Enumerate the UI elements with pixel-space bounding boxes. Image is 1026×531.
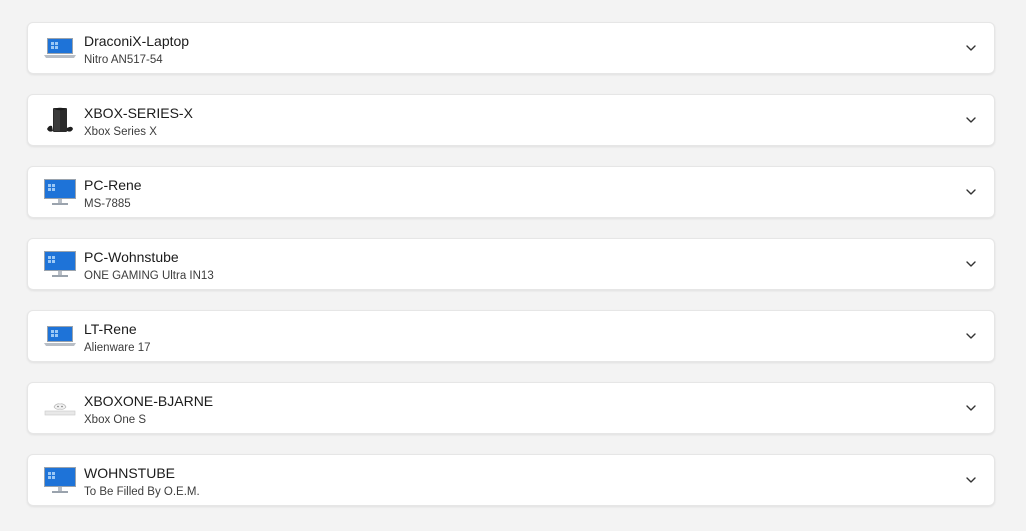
chevron-down-icon[interactable] bbox=[964, 329, 978, 343]
device-card-lt-rene[interactable]: LT-Rene Alienware 17 bbox=[27, 310, 995, 362]
device-name: DraconiX-Laptop bbox=[84, 33, 190, 49]
device-card-xboxone-bjarne[interactable]: XBOXONE-BJARNE Xbox One S bbox=[27, 382, 995, 434]
chevron-down-icon[interactable] bbox=[964, 401, 978, 415]
laptop-icon bbox=[43, 32, 77, 64]
device-list: DraconiX-Laptop Nitro AN517-54 XBOX-SERI… bbox=[27, 22, 995, 526]
device-name: PC-Wohnstube bbox=[84, 249, 179, 265]
chevron-down-icon[interactable] bbox=[964, 257, 978, 271]
device-name: WOHNSTUBE bbox=[84, 465, 175, 481]
chevron-down-icon[interactable] bbox=[964, 41, 978, 55]
chevron-down-icon[interactable] bbox=[964, 113, 978, 127]
device-model: To Be Filled By O.E.M. bbox=[84, 486, 200, 498]
device-model: Alienware 17 bbox=[84, 342, 151, 354]
device-model: Xbox One S bbox=[84, 414, 147, 426]
xbox-series-x-icon bbox=[43, 104, 77, 136]
desktop-monitor-icon bbox=[43, 248, 77, 280]
device-model: Nitro AN517-54 bbox=[84, 54, 163, 66]
device-name: XBOXONE-BJARNE bbox=[84, 393, 214, 409]
device-model: Xbox Series X bbox=[84, 126, 157, 138]
chevron-down-icon[interactable] bbox=[964, 185, 978, 199]
xbox-one-s-icon bbox=[43, 392, 77, 424]
device-card-pc-wohnstube[interactable]: PC-Wohnstube ONE GAMING Ultra IN13 bbox=[27, 238, 995, 290]
device-card-xbox-series-x[interactable]: XBOX-SERIES-X Xbox Series X bbox=[27, 94, 995, 146]
desktop-monitor-icon bbox=[43, 464, 77, 496]
desktop-monitor-icon bbox=[43, 176, 77, 208]
device-model: MS-7885 bbox=[84, 198, 131, 210]
device-card-wohnstube[interactable]: WOHNSTUBE To Be Filled By O.E.M. bbox=[27, 454, 995, 506]
device-model: ONE GAMING Ultra IN13 bbox=[84, 270, 214, 282]
device-name: PC-Rene bbox=[84, 177, 142, 193]
device-card-draconix-laptop[interactable]: DraconiX-Laptop Nitro AN517-54 bbox=[27, 22, 995, 74]
device-name: LT-Rene bbox=[84, 321, 137, 337]
chevron-down-icon[interactable] bbox=[964, 473, 978, 487]
device-name: XBOX-SERIES-X bbox=[84, 105, 193, 121]
device-card-pc-rene[interactable]: PC-Rene MS-7885 bbox=[27, 166, 995, 218]
laptop-icon bbox=[43, 320, 77, 352]
